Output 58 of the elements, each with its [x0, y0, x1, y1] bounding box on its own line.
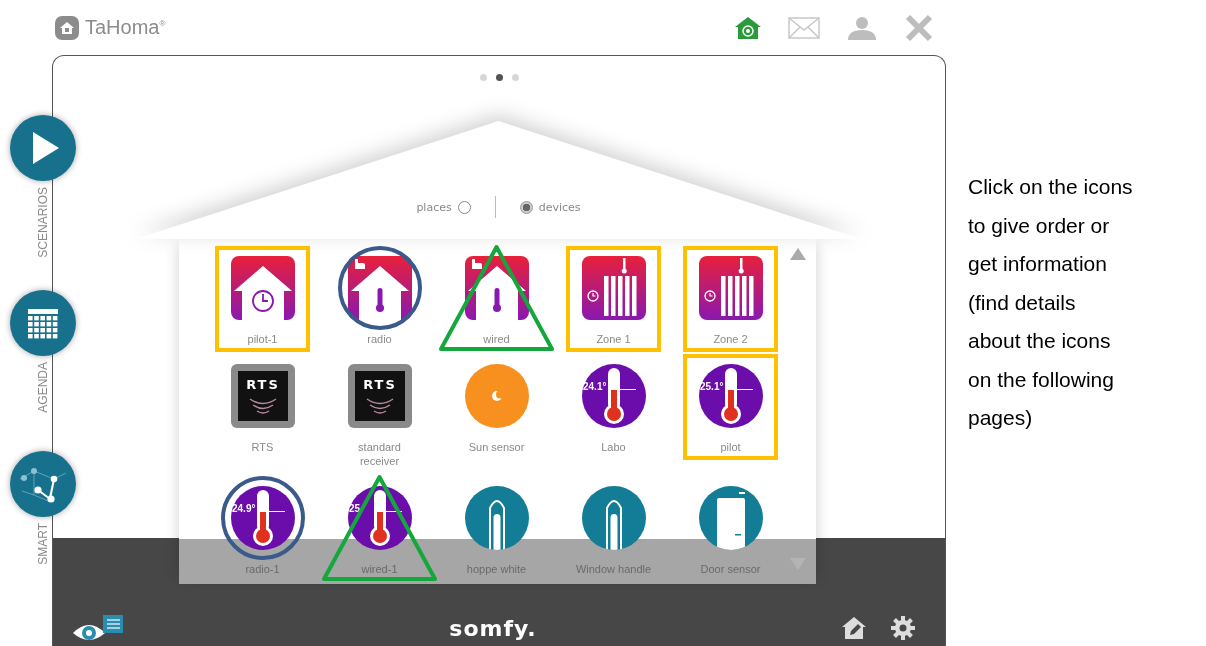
rts-label: RTS	[362, 377, 397, 392]
settings-icon[interactable]	[891, 616, 915, 640]
device-tile[interactable]: Door sensor	[672, 474, 789, 582]
device-tile[interactable]: Sun sensor	[438, 352, 555, 460]
device-tile[interactable]: wired	[438, 244, 555, 352]
nav-label: SCENARIOS	[36, 187, 50, 258]
device-tile[interactable]: hoppe white	[438, 474, 555, 582]
play-nav-button[interactable]	[10, 115, 76, 181]
brand-logo: somfy.	[449, 615, 537, 641]
page-dot[interactable]	[479, 74, 487, 81]
scroll-up-icon[interactable]	[789, 248, 806, 260]
temperature-reading: 24.1°	[582, 381, 606, 392]
radio-button[interactable]	[519, 200, 533, 214]
house-edit-icon[interactable]	[841, 616, 867, 640]
thermometer-icon	[698, 364, 763, 428]
calendar-nav-button[interactable]	[10, 290, 76, 356]
thermometer-icon	[347, 486, 412, 550]
nav-label: AGENDA	[36, 362, 50, 413]
house-logo-icon	[55, 15, 79, 40]
view-option[interactable]: devices	[519, 200, 581, 214]
page-dot[interactable]	[511, 74, 519, 81]
radio-button[interactable]	[457, 200, 471, 214]
sun-sensor-icon	[462, 362, 531, 430]
device-tile[interactable]: Window handle	[555, 474, 672, 582]
instruction-text: Click on the icons to give order or get information (find details about the icons on the following pages)	[967, 174, 1133, 431]
view-option[interactable]: places	[416, 200, 471, 214]
rts-receiver-icon	[347, 364, 412, 428]
person-icon[interactable]	[846, 15, 878, 40]
rts-label: RTS	[245, 377, 280, 392]
radiator-icon	[579, 254, 648, 322]
nav-label: SMART	[36, 523, 50, 565]
device-tile[interactable]: 25.1° pilot	[672, 352, 789, 460]
thermometer-icon	[581, 364, 646, 428]
thermometer-icon	[230, 486, 295, 550]
device-tile[interactable]: pilot-1	[204, 244, 321, 352]
device-tile[interactable]: RTS RTS	[204, 352, 321, 460]
temperature-reading: 25.	[348, 503, 363, 514]
temperature-reading: 24.9°	[231, 503, 255, 514]
device-tile[interactable]: 25. wired-1	[321, 474, 438, 582]
rts-receiver-icon	[230, 364, 295, 428]
device-tile[interactable]: Zone 1	[555, 244, 672, 352]
house-clock-icon	[228, 254, 297, 322]
house-thermometer-icon	[345, 254, 414, 322]
temperature-reading: 25.1°	[699, 381, 723, 392]
device-tile[interactable]: RTS standard receiver	[321, 352, 438, 474]
window-handle-icon	[579, 484, 648, 552]
close-icon[interactable]	[904, 12, 934, 43]
device-tile[interactable]: Zone 2	[672, 244, 789, 352]
house-at-icon[interactable]	[734, 15, 762, 40]
network-nav-button[interactable]	[10, 451, 76, 517]
window-handle-icon	[462, 484, 531, 552]
device-tile[interactable]: 24.9° radio-1	[204, 474, 321, 582]
device-tile[interactable]: radio	[321, 244, 438, 352]
device-tile[interactable]: 24.1° Labo	[555, 352, 672, 460]
page-dot[interactable]	[495, 74, 503, 81]
radiator-icon	[696, 254, 765, 322]
app-title: TaHoma$^{®}$	[85, 16, 166, 39]
door-sensor-icon	[696, 484, 765, 552]
